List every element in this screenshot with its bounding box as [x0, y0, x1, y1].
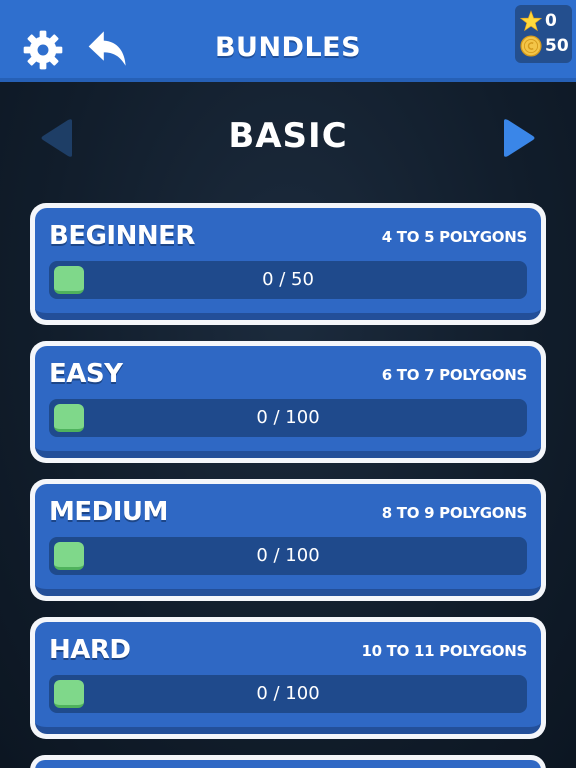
stars-counter: 0	[520, 8, 567, 33]
progress-bar: 0 / 100	[49, 399, 527, 437]
coins-count: 50	[545, 35, 569, 56]
bundle-range: 4 TO 5 POLYGONS	[381, 228, 528, 246]
bundle-range: 10 TO 11 POLYGONS	[361, 642, 527, 660]
bundle-name: EASY	[49, 359, 123, 389]
progress-text: 0 / 100	[256, 407, 320, 428]
progress-text: 0 / 50	[262, 269, 314, 290]
progress-bar: 0 / 50	[49, 261, 527, 299]
bundle-card-beginner[interactable]: BEGINNER 4 TO 5 POLYGONS 0 / 50	[30, 203, 546, 325]
bundle-range: 8 TO 9 POLYGONS	[381, 504, 528, 522]
bundle-card-easy[interactable]: EASY 6 TO 7 POLYGONS 0 / 100	[30, 341, 546, 463]
progress-text: 0 / 100	[256, 545, 320, 566]
bundle-name: MEDIUM	[49, 497, 168, 527]
progress-text: 0 / 100	[256, 683, 320, 704]
coin-icon	[520, 34, 542, 57]
page-title: BUNDLES	[214, 32, 362, 63]
next-category-arrow-icon[interactable]	[502, 118, 536, 158]
star-icon	[520, 9, 542, 31]
top-bar: BUNDLES 0 50	[0, 0, 576, 82]
bundle-range: 6 TO 7 POLYGONS	[381, 366, 528, 384]
bundle-card-next-partial[interactable]	[30, 755, 546, 768]
progress-bar: 0 / 100	[49, 537, 527, 575]
bundle-name: BEGINNER	[49, 221, 195, 251]
bundle-card-hard[interactable]: HARD 10 TO 11 POLYGONS 0 / 100	[30, 617, 546, 739]
bundle-name: HARD	[49, 635, 131, 665]
coins-counter: 50	[520, 33, 569, 58]
stars-count: 0	[545, 10, 557, 31]
category-title: BASIC	[228, 116, 348, 156]
progress-bar: 0 / 100	[49, 675, 527, 713]
bundle-card-medium[interactable]: MEDIUM 8 TO 9 POLYGONS 0 / 100	[30, 479, 546, 601]
currency-panel: 0 50	[515, 5, 572, 63]
bundle-list: BEGINNER 4 TO 5 POLYGONS 0 / 50 EASY 6 T…	[30, 203, 546, 755]
